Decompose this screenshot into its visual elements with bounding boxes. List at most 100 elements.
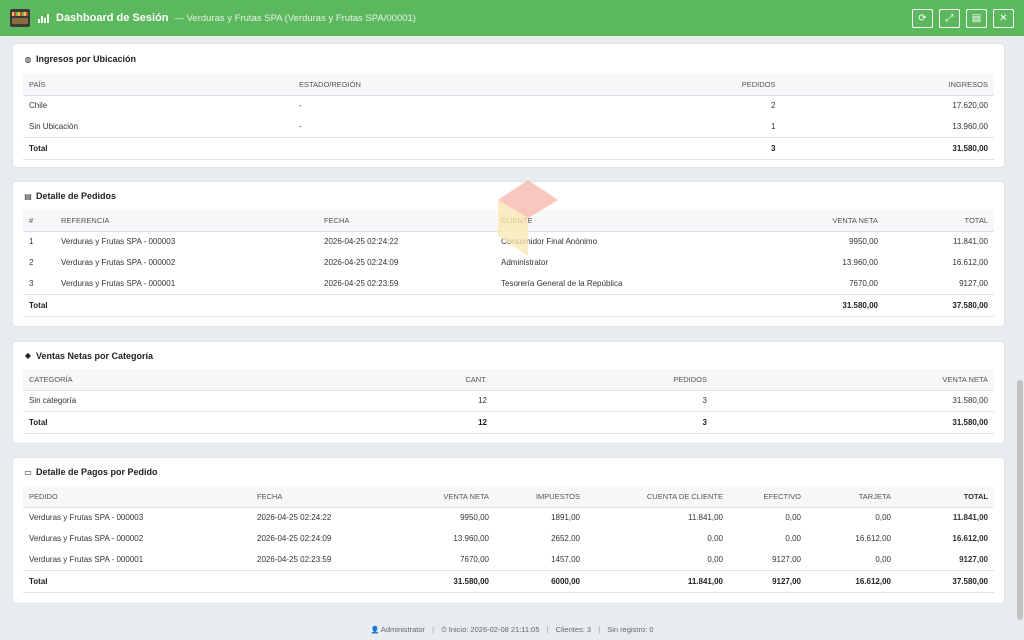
- cell: 2026-04-25 02:24:09: [324, 258, 399, 267]
- cell: 9950,00: [460, 513, 489, 523]
- ingresos-title: ◍ Ingresos por Ubicación: [23, 44, 994, 74]
- table-row[interactable]: 3 Verduras y Frutas SPA - 000001 2026-04…: [23, 273, 994, 294]
- col-efectivo: EFECTIVO: [729, 486, 807, 508]
- cell: 12: [273, 410, 493, 434]
- expand-button[interactable]: ⤢: [939, 8, 960, 28]
- col-num: #: [23, 210, 55, 232]
- cell: 3: [493, 410, 713, 434]
- cell: 31.580,00: [781, 136, 994, 160]
- col-total: TOTAL: [884, 210, 994, 232]
- table-row[interactable]: Verduras y Frutas SPA - 000002 2026-04-2…: [23, 528, 994, 549]
- cell: 31.580,00: [391, 569, 495, 593]
- cell: 0,00: [707, 534, 723, 543]
- cell: 11.841,00: [586, 569, 729, 593]
- cell: Verduras y Frutas SPA - 000002: [61, 258, 176, 267]
- col-venta-neta: VENTA NETA: [713, 369, 994, 391]
- pagos-table: PEDIDO FECHA VENTA NETA IMPUESTOS CUENTA…: [23, 486, 994, 593]
- cell: 16.612,00: [952, 534, 988, 543]
- categorias-table: CATEGORÍA CANT. PEDIDOS VENTA NETA Sin c…: [23, 369, 994, 434]
- cell: Sin Ubicación: [29, 121, 78, 131]
- scrollbar-thumb[interactable]: [1017, 380, 1023, 620]
- cell: 0,00: [875, 513, 891, 523]
- cell: 13.960,00: [453, 534, 489, 543]
- cell: Verduras y Frutas SPA - 000001: [61, 278, 176, 288]
- cell: Chile: [29, 101, 48, 111]
- col-fecha: FECHA: [251, 486, 391, 508]
- cell: Verduras y Frutas SPA - 000002: [29, 534, 144, 543]
- titlebar-buttons: ⟳ ⤢ ▤ ✕: [912, 8, 1014, 28]
- table-row[interactable]: Verduras y Frutas SPA - 000003 2026-04-2…: [23, 507, 994, 528]
- export-pdf-button[interactable]: ▤: [966, 8, 987, 28]
- bar-chart-icon: [38, 13, 49, 23]
- close-button[interactable]: ✕: [993, 8, 1014, 28]
- col-cant: CANT.: [273, 369, 493, 391]
- cell: 13.960,00: [952, 121, 988, 131]
- cell: Verduras y Frutas SPA - 000003: [61, 237, 176, 247]
- refresh-button[interactable]: ⟳: [912, 8, 933, 28]
- footer-user: Administrator: [380, 625, 426, 634]
- cell: Verduras y Frutas SPA - 000003: [29, 513, 144, 523]
- cell: 1891,00: [551, 513, 580, 523]
- col-fecha: FECHA: [318, 210, 495, 232]
- col-cuenta-cliente: CUENTA DE CLIENTE: [586, 486, 729, 508]
- cell: Tesorería General de la República: [501, 278, 623, 288]
- categorias-title: ◆ Ventas Netas por Categoría: [23, 342, 994, 369]
- clock-icon: ⏱: [441, 626, 447, 634]
- pedidos-table: # REFERENCIA FECHA CLIENTE VENTA NETA TO…: [23, 210, 994, 317]
- col-venta-neta: VENTA NETA: [695, 210, 884, 232]
- cell: 2026-04-25 02:24:22: [257, 513, 332, 523]
- tags-icon: ◆: [24, 351, 32, 360]
- list-icon: ▤: [24, 191, 32, 201]
- cell: 7670,00: [849, 278, 878, 288]
- cell: 0,00: [785, 513, 801, 523]
- cell: 2652,00: [551, 534, 580, 543]
- cell: Total: [23, 136, 293, 160]
- cell: 2: [29, 258, 34, 267]
- col-venta-neta: VENTA NETA: [391, 486, 495, 508]
- cell: 1: [29, 237, 34, 247]
- categorias-panel: ◆ Ventas Netas por Categoría CATEGORÍA C…: [12, 341, 1005, 444]
- cell: Total: [23, 410, 273, 434]
- cell: 1: [771, 121, 776, 131]
- cell: 7670,00: [460, 554, 489, 564]
- col-estado: ESTADO/REGIÓN: [293, 74, 593, 96]
- table-row[interactable]: 1 Verduras y Frutas SPA - 000003 2026-04…: [23, 231, 994, 252]
- total-row: Total 12 3 31.580,00: [23, 410, 994, 434]
- user-icon: 👤: [370, 626, 380, 634]
- cell: Consumidor Final Anónimo: [501, 237, 598, 247]
- col-impuestos: IMPUESTOS: [495, 486, 586, 508]
- cell: 0,00: [875, 554, 891, 564]
- cell: [293, 136, 593, 160]
- cell: 13.960,00: [842, 258, 878, 267]
- cell: 17.620,00: [952, 101, 988, 111]
- col-referencia: REFERENCIA: [55, 210, 318, 232]
- col-pedido: PEDIDO: [23, 486, 251, 508]
- cell: 9127,00: [959, 554, 988, 564]
- cell: 16.612,00: [952, 258, 988, 267]
- cell: 9950,00: [849, 237, 878, 247]
- pagos-title-text: Detalle de Pagos por Pedido: [36, 467, 158, 477]
- table-row: Sin categoría 12 3 31.580,00: [23, 390, 994, 411]
- window-title-text: Dashboard de Sesión: [56, 12, 169, 24]
- pagos-panel: ▭ Detalle de Pagos por Pedido PEDIDO FEC…: [12, 457, 1005, 604]
- cell: 3: [702, 396, 707, 405]
- footer-registro: Sin registro: 0: [607, 625, 654, 634]
- pedidos-title: ▤ Detalle de Pedidos: [23, 182, 994, 210]
- cell: 31.580,00: [695, 293, 884, 317]
- col-pedidos: PEDIDOS: [493, 369, 713, 391]
- table-row[interactable]: Verduras y Frutas SPA - 000001 2026-04-2…: [23, 549, 994, 570]
- ingresos-table: PAÍS ESTADO/REGIÓN PEDIDOS INGRESOS Chil…: [23, 74, 994, 160]
- cell: 11.841,00: [688, 513, 723, 523]
- status-footer: 👤 Administrator | ⏱ Inicio: 2026-02-08 2…: [370, 625, 654, 634]
- cell: Sin categoría: [29, 396, 77, 405]
- globe-icon: ◍: [24, 54, 32, 64]
- cell: 3: [29, 278, 34, 288]
- footer-inicio: Inicio: 2026-02-08 21:11:05: [448, 625, 540, 634]
- col-cliente: CLIENTE: [495, 210, 695, 232]
- cell: 37.580,00: [897, 569, 994, 593]
- cell: 11.841,00: [953, 237, 988, 247]
- window-subtitle: — Verduras y Frutas SPA (Verduras y Frut…: [174, 12, 416, 24]
- cell: 12: [478, 396, 487, 405]
- table-row[interactable]: 2 Verduras y Frutas SPA - 000002 2026-04…: [23, 252, 994, 273]
- cell: Total: [23, 569, 391, 593]
